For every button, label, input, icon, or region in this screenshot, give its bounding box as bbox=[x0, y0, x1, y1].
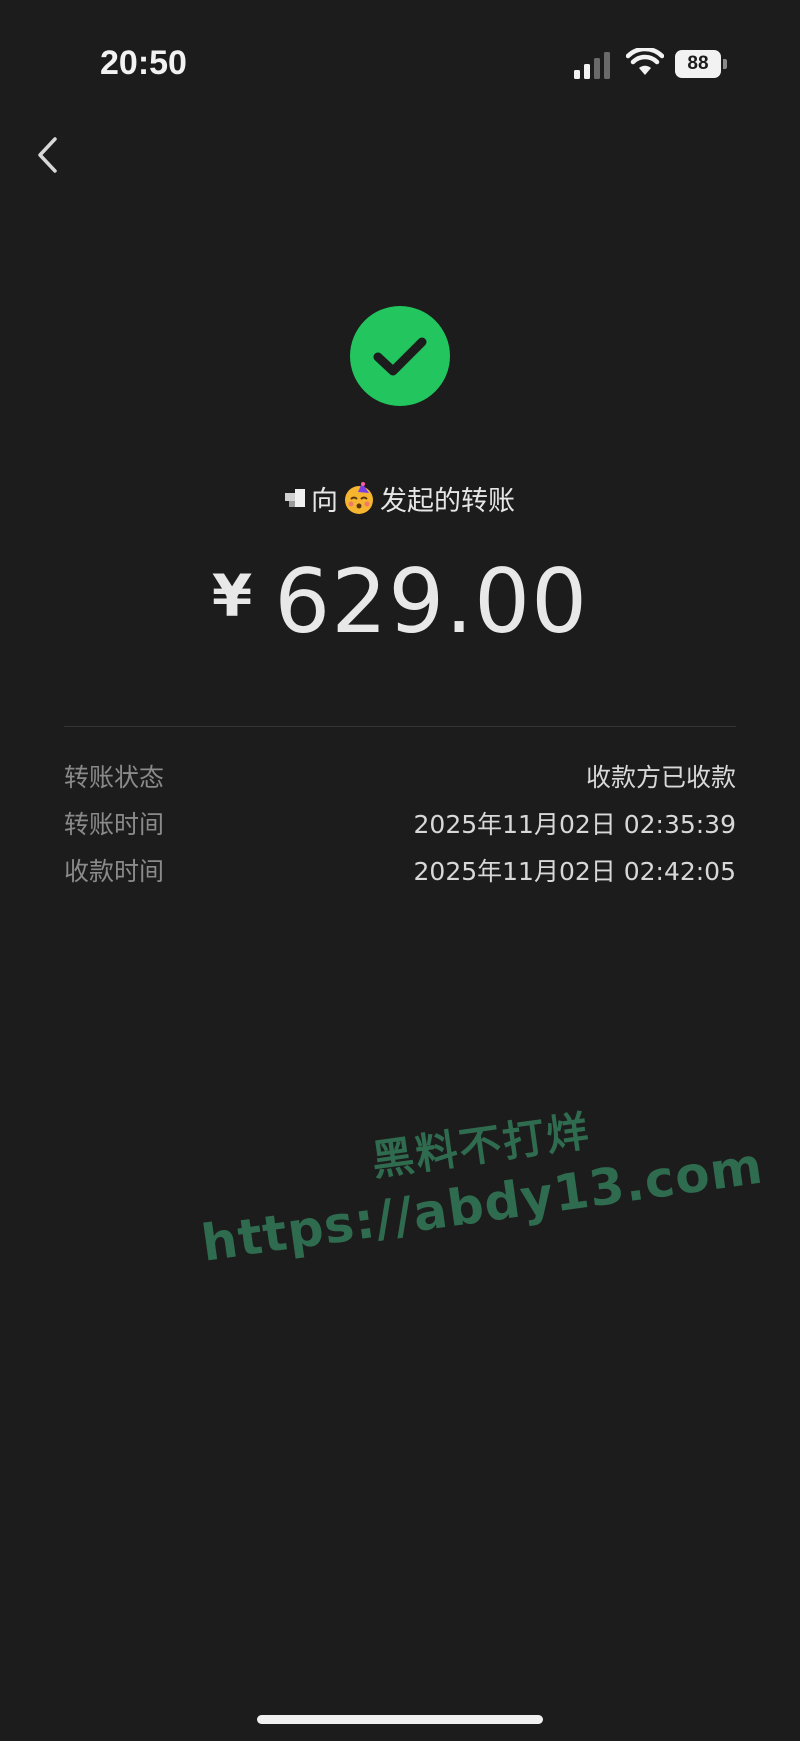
back-button[interactable] bbox=[22, 130, 72, 180]
chevron-left-icon bbox=[38, 137, 57, 173]
divider bbox=[64, 726, 736, 727]
watermark: 黑料不打烊 https://abdy13.com bbox=[190, 1082, 770, 1338]
transfer-amount: ¥629.00 bbox=[0, 550, 800, 653]
description-suffix: 发起的转账 bbox=[380, 485, 515, 517]
detail-label: 收款时间 bbox=[64, 856, 165, 886]
currency-symbol: ¥ bbox=[211, 562, 253, 630]
detail-value: 收款方已收款 bbox=[585, 762, 736, 792]
detail-value: 2025年11月02日 02:35:39 bbox=[413, 809, 736, 839]
status-time: 20:50 bbox=[100, 44, 187, 82]
detail-value: 2025年11月02日 02:42:05 bbox=[413, 856, 736, 886]
sender-avatar bbox=[285, 489, 305, 507]
direction-word: 向 bbox=[311, 485, 338, 517]
home-indicator[interactable] bbox=[257, 1715, 543, 1724]
wifi-icon bbox=[626, 48, 664, 75]
detail-row-transfer-time: 转账时间 2025年11月02日 02:35:39 bbox=[64, 799, 736, 846]
battery-icon: 88 bbox=[675, 50, 729, 78]
signal-bars-icon bbox=[574, 52, 610, 79]
status-bar: 20:50 88 bbox=[0, 0, 800, 120]
check-circle-icon bbox=[350, 306, 450, 406]
amount-value: 629.00 bbox=[274, 550, 589, 653]
detail-label: 转账状态 bbox=[64, 762, 165, 792]
transfer-description: 向 发起的转账 bbox=[0, 475, 800, 521]
transfer-details: 转账状态 收款方已收款 转账时间 2025年11月02日 02:35:39 收款… bbox=[64, 752, 736, 893]
detail-row-receive-time: 收款时间 2025年11月02日 02:42:05 bbox=[64, 846, 736, 893]
detail-row-status: 转账状态 收款方已收款 bbox=[64, 752, 736, 799]
party-face-emoji-icon bbox=[345, 482, 373, 514]
battery-level: 88 bbox=[687, 53, 709, 74]
detail-label: 转账时间 bbox=[64, 809, 165, 839]
